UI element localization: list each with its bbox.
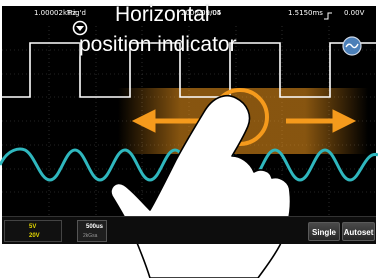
bottom-toolbar: 5V 20V 500us 2kGsa Single Autoset (2, 216, 376, 244)
timebase-scale: 500us (86, 224, 104, 230)
callout-title-line1: Horizontal (115, 3, 210, 26)
callout-title-line2: position indicator (79, 33, 237, 56)
network-icon[interactable] (342, 36, 362, 56)
oscilloscope-screen: 1.00002kHz Trig'd 2000/01/05 09:04 1.515… (0, 0, 378, 278)
ch2-scale: 20V (29, 233, 40, 239)
rising-edge-icon (324, 12, 332, 20)
single-button[interactable]: Single (308, 222, 340, 241)
sample-rate: 2kGsa (83, 233, 98, 239)
channel-scale-panel[interactable]: 5V 20V (4, 220, 62, 242)
autoset-button[interactable]: Autoset (342, 222, 375, 241)
ch1-scale: 5V (29, 224, 37, 230)
timebase-panel[interactable]: 500us 2kGsa (77, 220, 107, 242)
